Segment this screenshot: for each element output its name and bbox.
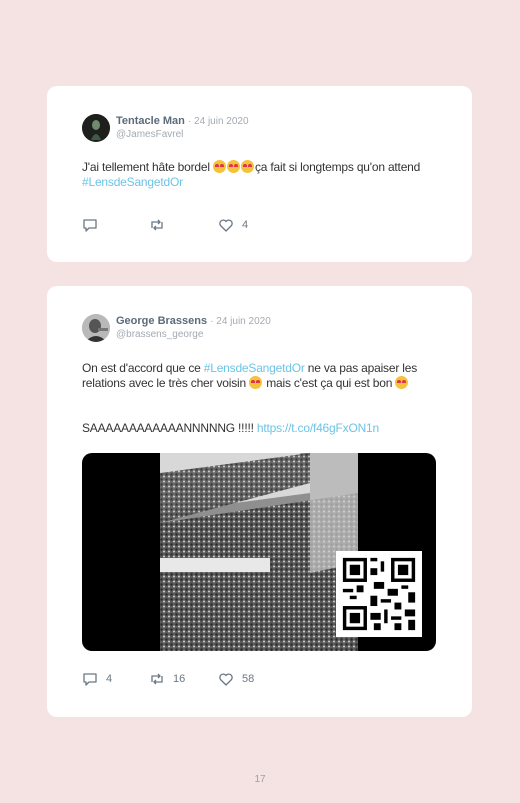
tweet-date: · 24 juin 2020 bbox=[187, 116, 249, 127]
tweet-date: · 24 juin 2020 bbox=[210, 316, 271, 327]
tweet-card: Tentacle Man · 24 juin 2020 @JamesFavrel… bbox=[47, 86, 472, 262]
page-number: 17 bbox=[254, 774, 266, 785]
like-button[interactable]: 4 bbox=[218, 217, 248, 233]
heart-eyes-emoji bbox=[212, 160, 226, 173]
tweet-actions: 4 bbox=[82, 217, 382, 235]
author-name[interactable]: George Brassens bbox=[116, 315, 207, 327]
tweet-card: George Brassens · 24 juin 2020 @brassens… bbox=[47, 286, 472, 717]
retweet-count: 16 bbox=[173, 673, 186, 685]
tweet-text-line: SAAAAAAAAAAAANNNNNG !!!!! https://t.co/f… bbox=[82, 421, 442, 436]
laughing-emoji bbox=[249, 376, 263, 389]
avatar[interactable] bbox=[82, 114, 110, 142]
author-handle: @brassens_george bbox=[116, 329, 204, 340]
author-name[interactable]: Tentacle Man bbox=[116, 115, 185, 127]
reply-button[interactable]: 4 bbox=[82, 671, 112, 687]
like-count: 58 bbox=[242, 673, 255, 685]
tweet-media[interactable] bbox=[82, 453, 436, 651]
retweet-button[interactable]: 16 bbox=[149, 671, 185, 687]
like-button[interactable]: 58 bbox=[218, 671, 254, 687]
avatar[interactable] bbox=[82, 314, 110, 342]
stadium-crowd-photo bbox=[160, 453, 358, 651]
tweet-link[interactable]: https://t.co/f46gFxON1n bbox=[257, 421, 379, 435]
like-count: 4 bbox=[242, 219, 249, 231]
reply-icon bbox=[83, 673, 97, 686]
author-line: George Brassens · 24 juin 2020 bbox=[116, 315, 271, 327]
author-line: Tentacle Man · 24 juin 2020 bbox=[116, 115, 249, 127]
hashtag-link[interactable]: #LensdeSangetdOr bbox=[82, 175, 183, 189]
hashtag-link[interactable]: #LensdeSangetdOr bbox=[204, 361, 305, 375]
reply-button[interactable] bbox=[82, 217, 106, 233]
tweet-text-part: On est d'accord que ce bbox=[82, 361, 204, 375]
retweet-icon bbox=[151, 219, 163, 231]
reply-icon bbox=[83, 219, 97, 232]
heart-eyes-emoji bbox=[226, 160, 240, 173]
tweet-text-part: ça fait si longtemps qu'on attend bbox=[254, 160, 421, 174]
avatar-image bbox=[82, 114, 110, 142]
qr-code[interactable] bbox=[336, 551, 422, 637]
heart-icon bbox=[219, 219, 233, 232]
tweet-text-part: mais c'est ça qui est bon bbox=[263, 376, 396, 390]
heart-eyes-emoji bbox=[395, 376, 409, 389]
heart-icon bbox=[219, 673, 233, 686]
tweet-text: J'ai tellement hâte bordel ça fait si lo… bbox=[82, 160, 442, 190]
heart-eyes-emoji bbox=[240, 160, 254, 173]
tweet-text-part: SAAAAAAAAAAAANNNNNG !!!!! bbox=[82, 421, 257, 435]
tweet-actions: 4 16 58 bbox=[82, 671, 382, 689]
author-handle: @JamesFavrel bbox=[116, 129, 184, 140]
retweet-button[interactable] bbox=[149, 217, 173, 233]
avatar-image bbox=[82, 314, 110, 342]
tweet-text: On est d'accord que ce #LensdeSangetdOr … bbox=[82, 361, 442, 391]
tweet-text-part: J'ai tellement hâte bordel bbox=[82, 160, 213, 174]
retweet-icon bbox=[151, 673, 163, 685]
reply-count: 4 bbox=[106, 673, 113, 685]
